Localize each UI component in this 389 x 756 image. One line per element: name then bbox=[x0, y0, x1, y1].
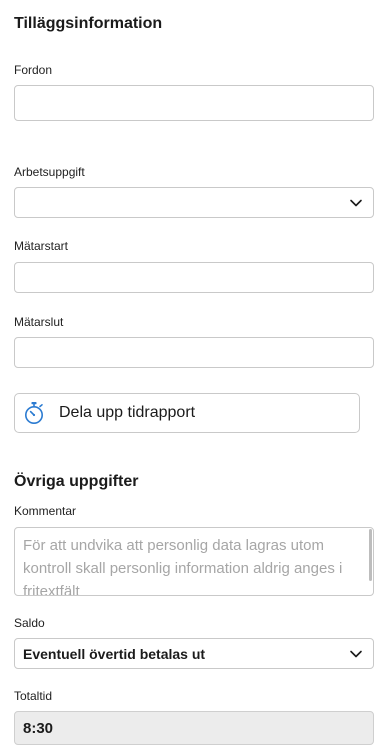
split-time-report-button[interactable]: Dela upp tidrapport bbox=[14, 393, 360, 433]
comment-scrollbar[interactable] bbox=[369, 529, 372, 581]
vehicle-label: Fordon bbox=[14, 63, 53, 77]
meter-start-input[interactable] bbox=[14, 262, 374, 293]
vehicle-input[interactable] bbox=[14, 85, 374, 121]
balance-select-value: Eventuell övertid betalas ut bbox=[23, 645, 206, 662]
balance-label: Saldo bbox=[14, 616, 45, 630]
total-time-label: Totaltid bbox=[14, 689, 53, 703]
meter-end-label: Mätarslut bbox=[14, 315, 64, 329]
task-select[interactable] bbox=[14, 187, 374, 218]
meter-start-label: Mätarstart bbox=[14, 239, 69, 253]
chevron-down-icon bbox=[350, 199, 362, 206]
meter-end-input[interactable] bbox=[14, 337, 374, 368]
comment-label: Kommentar bbox=[14, 504, 77, 518]
task-label: Arbetsuppgift bbox=[14, 165, 85, 179]
section-title-additional-info: Tilläggsinformation bbox=[14, 15, 163, 32]
chevron-down-icon bbox=[350, 650, 362, 657]
split-time-report-label: Dela upp tidrapport bbox=[59, 404, 196, 421]
balance-select[interactable]: Eventuell övertid betalas ut bbox=[14, 638, 374, 669]
comment-textarea[interactable] bbox=[14, 527, 374, 596]
section-title-other-info: Övriga uppgifter bbox=[14, 473, 139, 490]
stopwatch-icon bbox=[25, 402, 43, 424]
total-time-value: 8:30 bbox=[14, 711, 374, 745]
